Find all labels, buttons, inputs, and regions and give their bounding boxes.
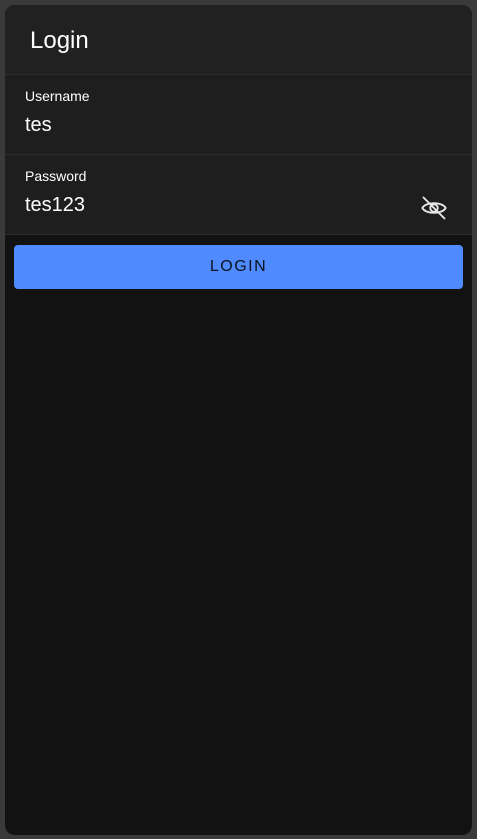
username-field: Username bbox=[5, 75, 472, 155]
app-header: Login bbox=[5, 5, 472, 75]
password-label: Password bbox=[25, 168, 87, 184]
app-frame: Login Username Password LOGIN bbox=[5, 5, 472, 835]
eye-off-icon[interactable] bbox=[418, 193, 450, 223]
password-field: Password bbox=[5, 155, 472, 235]
username-label: Username bbox=[25, 88, 90, 104]
username-input[interactable] bbox=[25, 111, 405, 139]
login-button[interactable]: LOGIN bbox=[14, 245, 463, 289]
page-title: Login bbox=[30, 27, 89, 54]
password-input[interactable] bbox=[25, 191, 405, 219]
